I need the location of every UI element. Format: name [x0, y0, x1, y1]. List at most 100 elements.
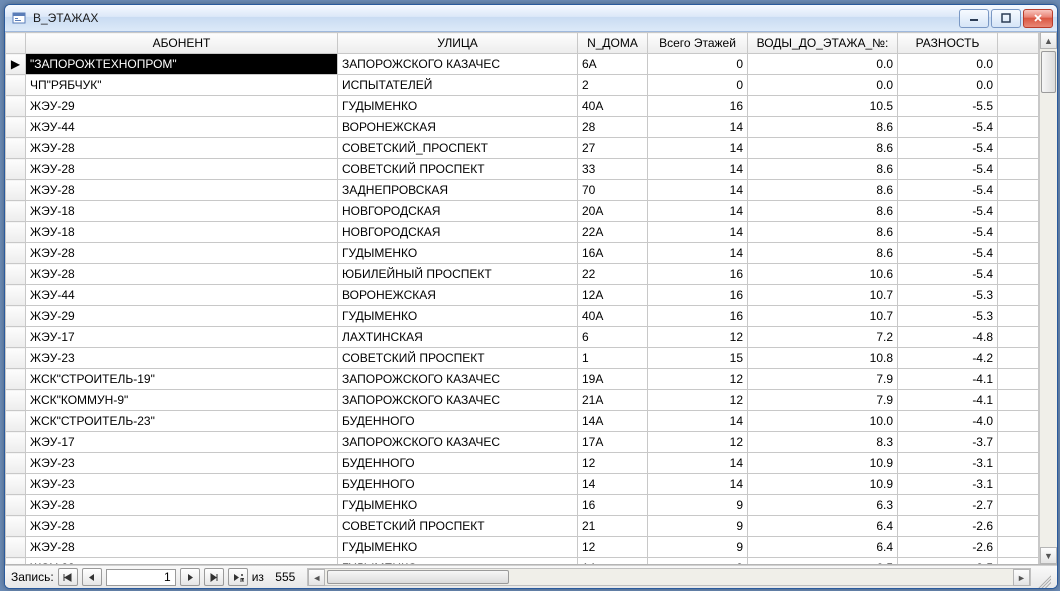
cell-diff[interactable]: -4.1: [898, 369, 998, 390]
cell-diff[interactable]: -2.6: [898, 516, 998, 537]
cell-water[interactable]: 10.5: [748, 96, 898, 117]
cell-floors[interactable]: 14: [648, 453, 748, 474]
cell-water[interactable]: 7.9: [748, 369, 898, 390]
cell-floors[interactable]: 16: [648, 96, 748, 117]
row-selector[interactable]: [6, 369, 26, 390]
cell-floors[interactable]: 15: [648, 348, 748, 369]
table-row[interactable]: ЧП"РЯБЧУК"ИСПЫТАТЕЛЕЙ200.00.0: [6, 75, 1039, 96]
table-row[interactable]: ЖСК"СТРОИТЕЛЬ-19"ЗАПОРОЖСКОГО КАЗАЧЕС19А…: [6, 369, 1039, 390]
cell-water[interactable]: 10.9: [748, 453, 898, 474]
table-row[interactable]: ЖЭУ-17ЗАПОРОЖСКОГО КАЗАЧЕС17А128.3-3.7: [6, 432, 1039, 453]
cell-abonent[interactable]: ЖЭУ-23: [26, 453, 338, 474]
cell-diff[interactable]: -2.6: [898, 537, 998, 558]
cell-abonent[interactable]: ЖЭУ-28: [26, 537, 338, 558]
nav-last-button[interactable]: [204, 568, 224, 586]
cell-house[interactable]: 6А: [578, 54, 648, 75]
cell-extra[interactable]: [998, 369, 1039, 390]
scroll-up-icon[interactable]: ▲: [1040, 32, 1057, 49]
cell-diff[interactable]: -2.7: [898, 495, 998, 516]
table-row[interactable]: ЖЭУ-18НОВГОРОДСКАЯ22А148.6-5.4: [6, 222, 1039, 243]
cell-water[interactable]: 8.6: [748, 138, 898, 159]
cell-diff[interactable]: -5.4: [898, 243, 998, 264]
cell-water[interactable]: 0.0: [748, 54, 898, 75]
cell-extra[interactable]: [998, 222, 1039, 243]
row-selector[interactable]: [6, 306, 26, 327]
cell-water[interactable]: 6.4: [748, 516, 898, 537]
cell-water[interactable]: 7.9: [748, 390, 898, 411]
cell-extra[interactable]: [998, 96, 1039, 117]
cell-house[interactable]: 12А: [578, 285, 648, 306]
table-row[interactable]: ЖЭУ-18НОВГОРОДСКАЯ20А148.6-5.4: [6, 201, 1039, 222]
row-selector[interactable]: [6, 243, 26, 264]
cell-water[interactable]: 10.7: [748, 306, 898, 327]
cell-floors[interactable]: 0: [648, 54, 748, 75]
cell-extra[interactable]: [998, 75, 1039, 96]
cell-extra[interactable]: [998, 243, 1039, 264]
hscroll-thumb[interactable]: [327, 570, 509, 584]
scroll-track[interactable]: [1040, 49, 1057, 547]
cell-diff[interactable]: -5.3: [898, 285, 998, 306]
cell-water[interactable]: 6.4: [748, 537, 898, 558]
cell-extra[interactable]: [998, 495, 1039, 516]
cell-extra[interactable]: [998, 327, 1039, 348]
cell-abonent[interactable]: ЖЭУ-28: [26, 558, 338, 565]
row-selector[interactable]: [6, 180, 26, 201]
cell-house[interactable]: 16А: [578, 243, 648, 264]
cell-diff[interactable]: -5.4: [898, 201, 998, 222]
cell-extra[interactable]: [998, 432, 1039, 453]
cell-abonent[interactable]: ЖЭУ-44: [26, 117, 338, 138]
col-house[interactable]: N_ДОМА: [578, 33, 648, 54]
cell-diff[interactable]: -4.8: [898, 327, 998, 348]
cell-abonent[interactable]: ЖЭУ-17: [26, 432, 338, 453]
cell-house[interactable]: 21А: [578, 390, 648, 411]
cell-floors[interactable]: 0: [648, 75, 748, 96]
table-row[interactable]: ЖЭУ-44ВОРОНЕЖСКАЯ28148.6-5.4: [6, 117, 1039, 138]
cell-street[interactable]: ИСПЫТАТЕЛЕЙ: [338, 75, 578, 96]
cell-street[interactable]: ЗАДНЕПРОВСКАЯ: [338, 180, 578, 201]
cell-water[interactable]: 10.0: [748, 411, 898, 432]
cell-street[interactable]: БУДЕННОГО: [338, 474, 578, 495]
cell-floors[interactable]: 12: [648, 390, 748, 411]
cell-floors[interactable]: 12: [648, 369, 748, 390]
cell-extra[interactable]: [998, 348, 1039, 369]
cell-abonent[interactable]: ЖЭУ-28: [26, 264, 338, 285]
cell-diff[interactable]: -2.5: [898, 558, 998, 565]
cell-abonent[interactable]: ЖСК"СТРОИТЕЛЬ-23": [26, 411, 338, 432]
row-selector[interactable]: [6, 537, 26, 558]
cell-street[interactable]: ГУДЫМЕНКО: [338, 495, 578, 516]
cell-house[interactable]: 6: [578, 327, 648, 348]
cell-house[interactable]: 14: [578, 474, 648, 495]
cell-abonent[interactable]: ЖЭУ-28: [26, 243, 338, 264]
titlebar[interactable]: В_ЭТАЖАХ: [5, 5, 1057, 32]
cell-house[interactable]: 70: [578, 180, 648, 201]
cell-house[interactable]: 21: [578, 516, 648, 537]
cell-floors[interactable]: 12: [648, 327, 748, 348]
cell-abonent[interactable]: ЖЭУ-28: [26, 138, 338, 159]
cell-floors[interactable]: 14: [648, 117, 748, 138]
col-street[interactable]: УЛИЦА: [338, 33, 578, 54]
cell-extra[interactable]: [998, 159, 1039, 180]
row-selector[interactable]: [6, 348, 26, 369]
nav-prev-button[interactable]: [82, 568, 102, 586]
cell-house[interactable]: 22: [578, 264, 648, 285]
table-row[interactable]: ЖЭУ-28СОВЕТСКИЙ ПРОСПЕКТ33148.6-5.4: [6, 159, 1039, 180]
cell-diff[interactable]: -3.1: [898, 453, 998, 474]
cell-floors[interactable]: 14: [648, 201, 748, 222]
cell-street[interactable]: СОВЕТСКИЙ ПРОСПЕКТ: [338, 348, 578, 369]
cell-extra[interactable]: [998, 390, 1039, 411]
row-selector[interactable]: [6, 516, 26, 537]
cell-house[interactable]: 19А: [578, 369, 648, 390]
cell-floors[interactable]: 9: [648, 516, 748, 537]
cell-water[interactable]: 7.2: [748, 327, 898, 348]
table-row[interactable]: ЖЭУ-28ГУДЫМЕНКО16А148.6-5.4: [6, 243, 1039, 264]
cell-extra[interactable]: [998, 516, 1039, 537]
cell-house[interactable]: 2: [578, 75, 648, 96]
cell-extra[interactable]: [998, 411, 1039, 432]
row-selector[interactable]: [6, 558, 26, 565]
cell-street[interactable]: СОВЕТСКИЙ ПРОСПЕКТ: [338, 516, 578, 537]
cell-abonent[interactable]: ЖЭУ-28: [26, 516, 338, 537]
cell-water[interactable]: 8.6: [748, 159, 898, 180]
cell-house[interactable]: 12: [578, 453, 648, 474]
cell-floors[interactable]: 16: [648, 264, 748, 285]
cell-street[interactable]: ГУДЫМЕНКО: [338, 306, 578, 327]
